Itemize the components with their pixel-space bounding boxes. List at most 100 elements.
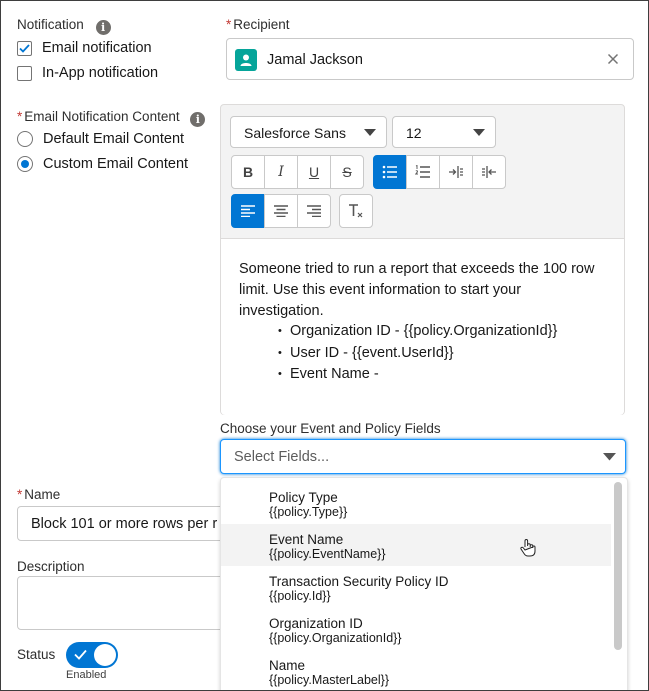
option-name: Organization ID [269,616,363,631]
option-name: Transaction Security Policy ID [269,574,449,589]
bold-button[interactable]: B [231,155,265,189]
inapp-notification-label: In-App notification [42,65,159,81]
dropdown-scrollbar[interactable] [614,482,622,650]
fields-dropdown: Policy Type {{policy.Type}} Event Name {… [220,477,628,690]
italic-button[interactable]: I [264,155,298,189]
notification-heading: Notification i [17,17,111,35]
font-family-value: Salesforce Sans [244,125,346,141]
description-textarea[interactable] [17,576,242,630]
clear-formatting-icon [349,204,363,218]
email-content-label: Email Notification Content [24,109,180,124]
checkmark-icon [19,43,30,53]
font-size-value: 12 [406,125,422,141]
info-icon[interactable]: i [190,112,206,127]
outdent-icon [482,166,496,178]
align-left-icon [241,205,255,217]
name-input[interactable]: Block 101 or more rows per r [17,506,242,541]
dropdown-option-hovered[interactable]: Event Name {{policy.EventName}} [221,524,611,566]
chevron-down-icon [364,129,376,136]
default-email-label: Default Email Content [43,131,185,147]
toggle-knob [94,644,116,666]
font-family-select[interactable]: Salesforce Sans [230,116,387,148]
status-label: Status [17,647,56,662]
policy-form: Notification i Email notification In-App… [0,0,649,691]
option-token: {{policy.EventName}} [269,547,386,561]
bold-icon: B [242,164,254,180]
remove-recipient-icon[interactable] [605,51,621,67]
option-name: Event Name [269,532,344,547]
required-marker: * [226,17,232,32]
name-label: Name [24,487,61,502]
editor-line: limit. Use this event information to sta… [239,282,522,298]
align-center-icon [274,205,288,217]
name-heading: * Name [17,487,60,502]
editor-line: investigation. [239,303,324,319]
dropdown-option[interactable]: Policy Type {{policy.Type}} [221,482,611,524]
custom-email-radio[interactable] [17,156,33,172]
option-token: {{policy.Id}} [269,589,331,603]
email-notification-option[interactable]: Email notification [17,40,152,56]
check-icon [74,649,87,660]
align-right-button[interactable] [297,194,331,228]
dropdown-option[interactable]: Transaction Security Policy ID {{policy.… [221,566,611,608]
default-email-radio[interactable] [17,131,33,147]
outdent-button[interactable] [472,155,506,189]
fields-picker-placeholder: Select Fields... [234,449,330,465]
custom-email-option[interactable]: Custom Email Content [17,156,188,172]
status-toggle-text: Enabled [66,669,107,681]
dropdown-option[interactable]: Name {{policy.MasterLabel}} [221,650,611,690]
chevron-down-icon [473,129,485,136]
editor-bullet-item: • Organization ID - {{policy.Organization… [278,323,558,339]
editor-body[interactable]: Someone tried to run a report that excee… [221,238,624,415]
editor-bullet-list: • Organization ID - {{policy.Organization… [278,321,557,386]
dropdown-option[interactable]: Organization ID {{policy.OrganizationId}… [221,608,611,650]
font-size-select[interactable]: 12 [392,116,496,148]
hand-cursor-icon [520,538,536,557]
recipient-pill[interactable]: Jamal Jackson [226,38,634,80]
recipient-heading: * Recipient [226,17,290,32]
clear-formatting-button[interactable] [339,194,373,228]
default-email-option[interactable]: Default Email Content [17,131,184,147]
inapp-notification-checkbox[interactable] [17,65,32,81]
option-name: Policy Type [269,490,338,505]
numbered-list-button[interactable] [406,155,440,189]
underline-icon: U [308,164,320,180]
recipient-name: Jamal Jackson [267,52,363,68]
editor-bullet-item: • User ID - {{event.UserId}} [278,344,454,361]
editor-bullet-item: • Event Name - [278,366,379,382]
align-left-button[interactable] [231,194,265,228]
editor-line: Someone tried to run a report that excee… [239,261,595,277]
chevron-down-icon [603,453,616,461]
indent-button[interactable] [439,155,473,189]
bulleted-list-icon [382,165,397,179]
align-right-icon [307,205,321,217]
option-token: {{policy.Type}} [269,505,348,519]
align-center-button[interactable] [264,194,298,228]
underline-button[interactable]: U [297,155,331,189]
rich-text-editor: Salesforce Sans 12 B I U S Someone tried… [220,104,625,415]
numbered-list-icon [415,165,430,178]
editor-paragraph: Someone tried to run a report that excee… [239,259,594,322]
notification-label: Notification [17,17,84,32]
info-icon[interactable]: i [95,20,111,35]
email-content-heading: * Email Notification Content i [17,109,206,127]
bulleted-list-button[interactable] [373,155,407,189]
status-toggle[interactable] [66,642,118,668]
email-notification-checkbox[interactable] [17,40,32,56]
description-label: Description [17,559,85,574]
fields-picker-combobox[interactable]: Select Fields... [220,439,626,474]
recipient-label: Recipient [233,17,290,32]
strikethrough-icon: S [342,164,352,180]
inapp-notification-option[interactable]: In-App notification [17,65,158,81]
name-value: Block 101 or more rows per r [31,516,218,532]
option-token: {{policy.MasterLabel}} [269,673,389,687]
email-notification-label: Email notification [42,40,152,56]
option-token: {{policy.OrganizationId}} [269,631,402,645]
custom-email-label: Custom Email Content [43,156,189,172]
indent-icon [449,166,463,178]
required-marker: * [17,109,23,124]
italic-icon: I [278,164,284,180]
user-icon [235,49,257,71]
strikethrough-button[interactable]: S [330,155,364,189]
required-marker: * [17,487,23,502]
